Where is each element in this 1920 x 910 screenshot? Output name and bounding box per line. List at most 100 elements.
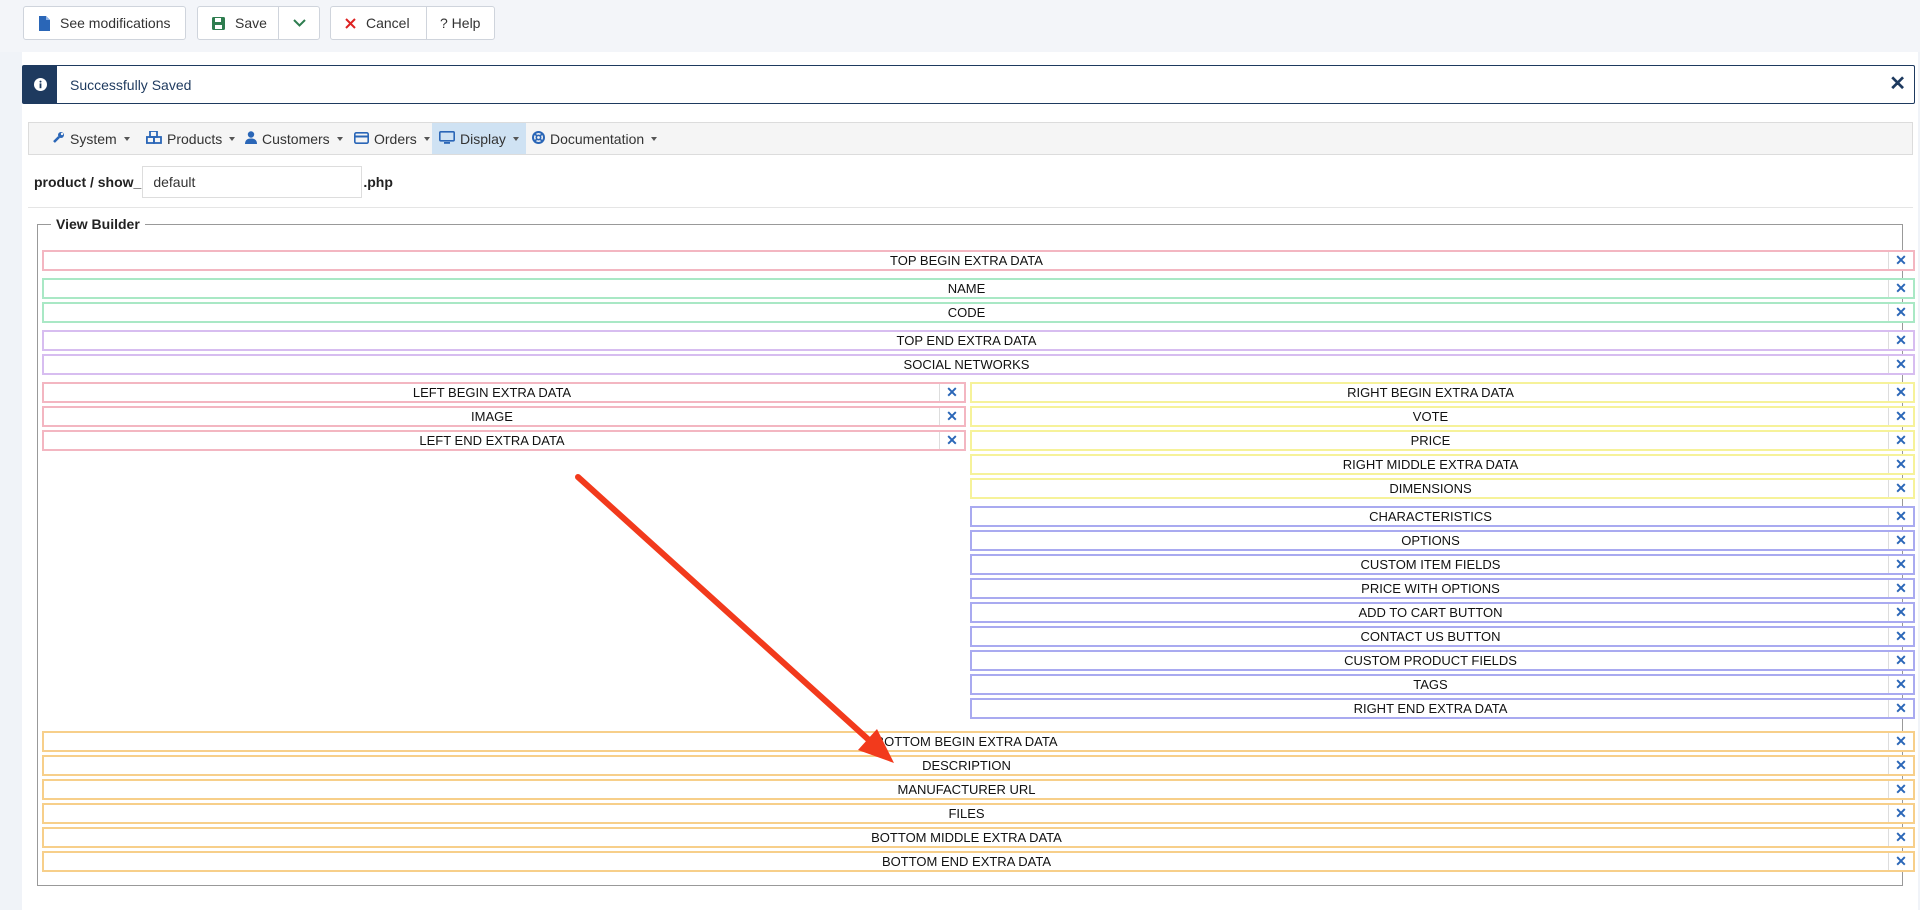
layout-block-description[interactable]: DESCRIPTION ✕: [42, 755, 1915, 776]
layout-block-characteristics[interactable]: CHARACTERISTICS ✕: [970, 506, 1915, 527]
layout-block-right-middle-extra-data[interactable]: RIGHT MIDDLE EXTRA DATA ✕: [970, 454, 1915, 475]
layout-block-manufacturer-url[interactable]: MANUFACTURER URL ✕: [42, 779, 1915, 800]
block-label: PRICE WITH OPTIONS: [1361, 581, 1500, 596]
help-button[interactable]: ? Help: [426, 6, 495, 40]
layout-block-image[interactable]: IMAGE ✕: [42, 406, 966, 427]
layout-block-options[interactable]: OPTIONS ✕: [970, 530, 1915, 551]
block-label: ADD TO CART BUTTON: [1358, 605, 1503, 620]
alert-message: Successfully Saved: [70, 77, 192, 93]
view-builder-title: View Builder: [51, 216, 145, 232]
remove-block-icon[interactable]: ✕: [1888, 432, 1913, 449]
layout-block-vote[interactable]: VOTE ✕: [970, 406, 1915, 427]
remove-block-icon[interactable]: ✕: [1888, 532, 1913, 549]
cancel-label: Cancel: [366, 15, 410, 31]
layout-block-social-networks[interactable]: SOCIAL NETWORKS ✕: [42, 354, 1915, 375]
remove-block-icon[interactable]: ✕: [1888, 408, 1913, 425]
block-label: TAGS: [1413, 677, 1448, 692]
file-prefix: product / show_: [34, 174, 142, 190]
remove-block-icon[interactable]: ✕: [1888, 676, 1913, 693]
layout-block-bottom-middle-extra-data[interactable]: BOTTOM MIDDLE EXTRA DATA ✕: [42, 827, 1915, 848]
caret-down-icon: [123, 136, 130, 141]
layout-file-row: product / show_ .php: [34, 166, 393, 198]
remove-block-icon[interactable]: ✕: [939, 384, 964, 401]
save-button[interactable]: Save: [197, 6, 279, 40]
layout-block-top-begin-extra-data[interactable]: TOP BEGIN EXTRA DATA ✕: [42, 250, 1915, 271]
success-alert: Successfully Saved ✕: [22, 65, 1915, 104]
remove-block-icon[interactable]: ✕: [1888, 252, 1913, 269]
layout-block-bottom-begin-extra-data[interactable]: BOTTOM BEGIN EXTRA DATA ✕: [42, 731, 1915, 752]
remove-block-icon[interactable]: ✕: [1888, 280, 1913, 297]
remove-block-icon[interactable]: ✕: [1888, 781, 1913, 798]
see-modifications-button[interactable]: See modifications: [23, 6, 186, 40]
block-label: TOP BEGIN EXTRA DATA: [890, 253, 1043, 268]
remove-block-icon[interactable]: ✕: [1888, 700, 1913, 717]
layout-block-left-begin-extra-data[interactable]: LEFT BEGIN EXTRA DATA ✕: [42, 382, 966, 403]
remove-block-icon[interactable]: ✕: [1888, 304, 1913, 321]
remove-block-icon[interactable]: ✕: [1888, 757, 1913, 774]
remove-block-icon[interactable]: ✕: [1888, 456, 1913, 473]
nav-item-orders[interactable]: Orders: [347, 123, 437, 154]
block-label: BOTTOM BEGIN EXTRA DATA: [875, 734, 1058, 749]
block-label: CODE: [947, 305, 986, 320]
layout-block-tags[interactable]: TAGS ✕: [970, 674, 1915, 695]
layout-block-right-begin-extra-data[interactable]: RIGHT BEGIN EXTRA DATA ✕: [970, 382, 1915, 403]
layout-block-code[interactable]: CODE ✕: [42, 302, 1915, 323]
layout-block-right-end-extra-data[interactable]: RIGHT END EXTRA DATA ✕: [970, 698, 1915, 719]
remove-block-icon[interactable]: ✕: [1888, 384, 1913, 401]
layout-block-bottom-end-extra-data[interactable]: BOTTOM END EXTRA DATA ✕: [42, 851, 1915, 872]
nav-item-customers[interactable]: Customers: [238, 123, 350, 154]
layout-block-custom-product-fields[interactable]: CUSTOM PRODUCT FIELDS ✕: [970, 650, 1915, 671]
remove-block-icon[interactable]: ✕: [1888, 628, 1913, 645]
block-label: CONTACT US BUTTON: [1360, 629, 1501, 644]
layout-block-custom-item-fields[interactable]: CUSTOM ITEM FIELDS ✕: [970, 554, 1915, 575]
remove-block-icon[interactable]: ✕: [1888, 332, 1913, 349]
layout-block-name[interactable]: NAME ✕: [42, 278, 1915, 299]
caret-down-icon: [336, 136, 343, 141]
layout-block-dimensions[interactable]: DIMENSIONS ✕: [970, 478, 1915, 499]
layout-block-files[interactable]: FILES ✕: [42, 803, 1915, 824]
layout-block-add-to-cart-button[interactable]: ADD TO CART BUTTON ✕: [970, 602, 1915, 623]
nav-item-display[interactable]: Display: [432, 123, 526, 154]
toolbar: See modifications Save Cancel ? Help: [0, 0, 1920, 52]
remove-block-icon[interactable]: ✕: [939, 432, 964, 449]
layout-block-price-with-options[interactable]: PRICE WITH OPTIONS ✕: [970, 578, 1915, 599]
remove-block-icon[interactable]: ✕: [1888, 733, 1913, 750]
block-label: CUSTOM ITEM FIELDS: [1360, 557, 1501, 572]
layout-block-top-end-extra-data[interactable]: TOP END EXTRA DATA ✕: [42, 330, 1915, 351]
caret-down-icon: [229, 136, 236, 141]
block-label: LEFT BEGIN EXTRA DATA: [412, 385, 572, 400]
remove-block-icon[interactable]: ✕: [1888, 556, 1913, 573]
nav-item-system[interactable]: System: [45, 123, 137, 154]
remove-block-icon[interactable]: ✕: [1888, 805, 1913, 822]
remove-block-icon[interactable]: ✕: [1888, 480, 1913, 497]
remove-block-icon[interactable]: ✕: [1888, 356, 1913, 373]
save-options-button[interactable]: [278, 6, 320, 40]
nav-item-products[interactable]: Products: [139, 123, 242, 154]
see-modifications-label: See modifications: [60, 15, 171, 31]
block-label: SOCIAL NETWORKS: [903, 357, 1030, 372]
caret-down-icon: [423, 136, 430, 141]
block-label: FILES: [948, 806, 985, 821]
main-panel: Successfully Saved ✕ System Products Cus…: [22, 52, 1918, 910]
cancel-button[interactable]: Cancel: [330, 6, 427, 40]
remove-block-icon[interactable]: ✕: [1888, 652, 1913, 669]
monitor-icon: [439, 130, 455, 147]
remove-block-icon[interactable]: ✕: [1888, 604, 1913, 621]
remove-block-icon[interactable]: ✕: [1888, 829, 1913, 846]
block-label: BOTTOM END EXTRA DATA: [881, 854, 1052, 869]
remove-block-icon[interactable]: ✕: [1888, 508, 1913, 525]
wrench-icon: [52, 131, 65, 147]
layout-name-input[interactable]: [142, 166, 363, 198]
remove-block-icon[interactable]: ✕: [1888, 580, 1913, 597]
nav-item-documentation[interactable]: Documentation: [525, 123, 664, 154]
remove-block-icon[interactable]: ✕: [1888, 853, 1913, 870]
block-label: NAME: [947, 281, 986, 296]
file-suffix: .php: [363, 174, 393, 190]
layout-block-left-end-extra-data[interactable]: LEFT END EXTRA DATA ✕: [42, 430, 966, 451]
layout-block-price[interactable]: PRICE ✕: [970, 430, 1915, 451]
alert-close-icon[interactable]: ✕: [1889, 72, 1906, 96]
remove-block-icon[interactable]: ✕: [939, 408, 964, 425]
block-label: VOTE: [1412, 409, 1449, 424]
layout-block-contact-us-button[interactable]: CONTACT US BUTTON ✕: [970, 626, 1915, 647]
help-label: ? Help: [440, 15, 481, 31]
